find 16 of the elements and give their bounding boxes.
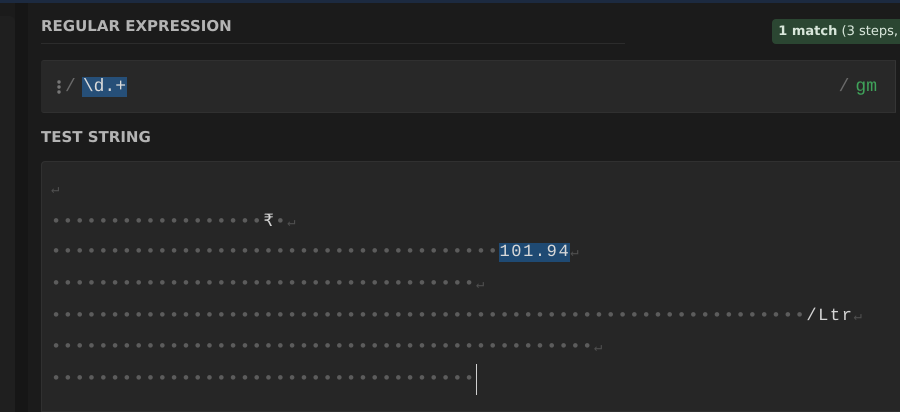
drag-handle-icon[interactable] bbox=[57, 80, 61, 94]
regex-delimiter: / bbox=[65, 76, 76, 96]
code-line: ••••••••••••••••••••••••••••••••••••↵ bbox=[51, 275, 486, 294]
regex-delimiter: / bbox=[838, 76, 850, 96]
code-line: ••••••••••••••••••••••••••••••••••••••••••••••↵ bbox=[51, 338, 604, 358]
regex-input-field[interactable]: / \d.+ / gm bbox=[41, 60, 896, 113]
regex-pattern: \d.+ bbox=[82, 76, 128, 96]
code-line: ••••••••••••••••••••••••••••••••••••••101.94↵ bbox=[51, 243, 580, 262]
code-line: •••••••••••••••••••••••••••••••••••• bbox=[51, 370, 476, 389]
regex-flags[interactable]: gm bbox=[855, 76, 877, 96]
code-line: ↵ bbox=[51, 181, 60, 200]
match-info-badge: 1 match (3 steps, bbox=[772, 19, 900, 44]
code-line: ••••••••••••••••••₹•↵ bbox=[51, 212, 297, 232]
code-line: ••••••••••••••••••••••••••••••••••••••••••••••••••••••••••••••••/Ltr↵ bbox=[51, 306, 863, 326]
section-heading: REGULAR EXPRESSION bbox=[41, 16, 232, 35]
section-heading: TEST STRING bbox=[41, 128, 151, 146]
